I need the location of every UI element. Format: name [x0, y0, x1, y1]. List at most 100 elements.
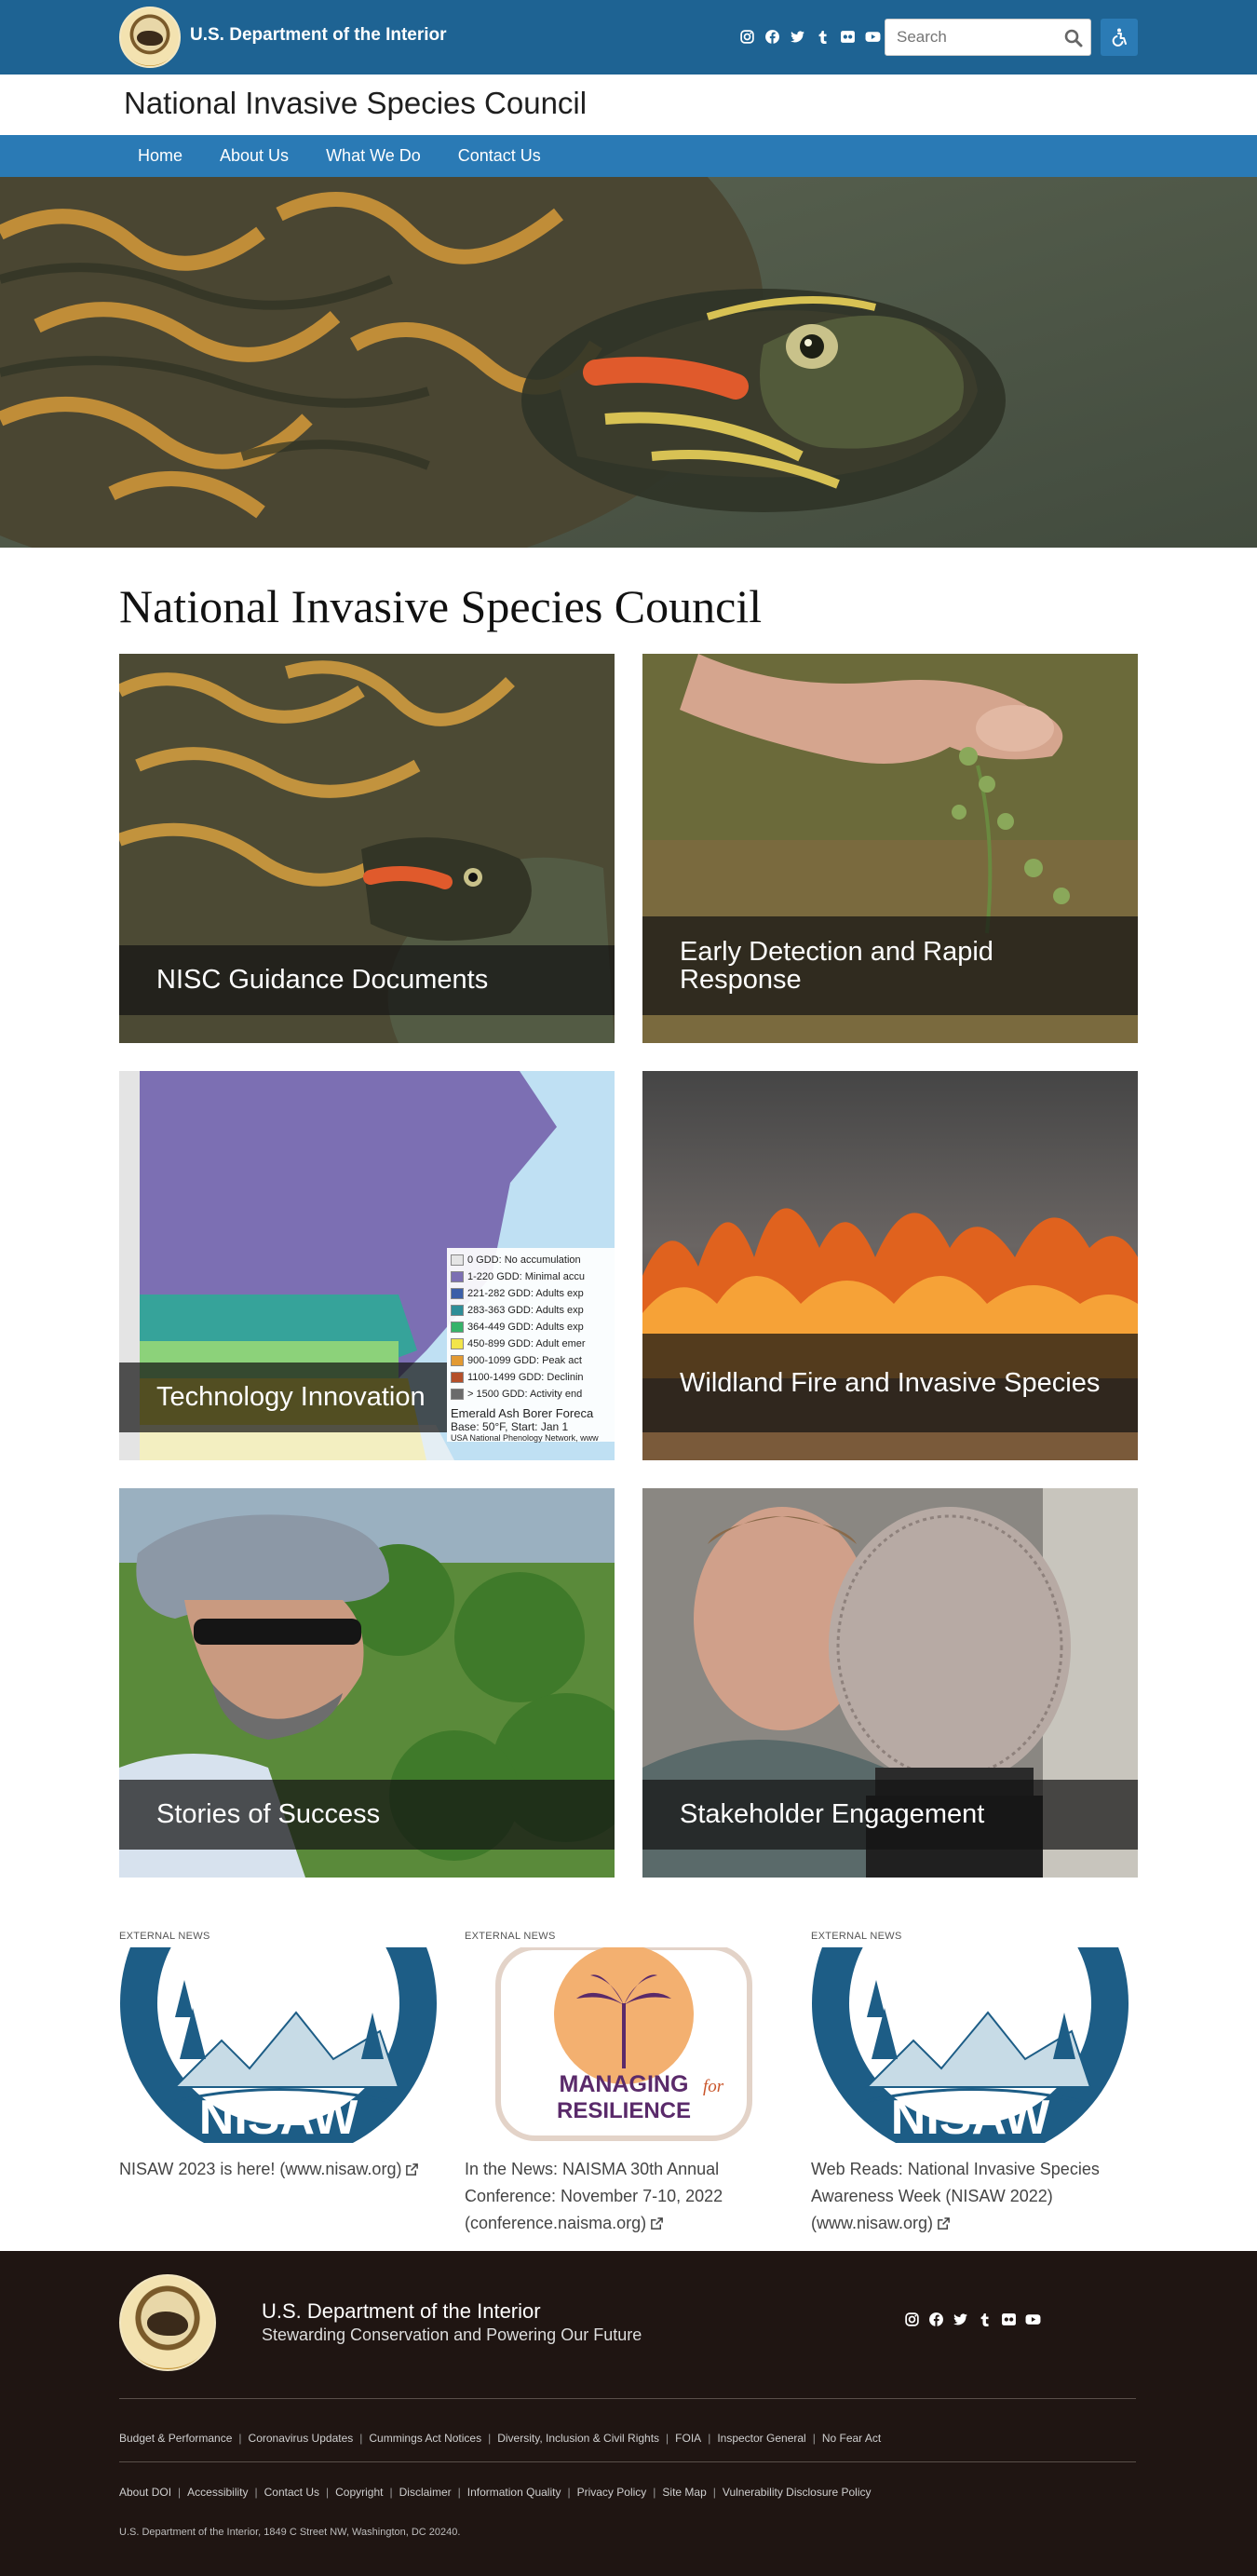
nisaw-logo-text: NISAW: [199, 2091, 358, 2143]
footer-link-disclaimer[interactable]: Disclaimer: [399, 2486, 452, 2499]
news-link[interactable]: In the News: NAISMA 30th Annual Conferen…: [465, 2160, 723, 2232]
footer-link-no-fear-act[interactable]: No Fear Act: [822, 2432, 881, 2445]
legend-entry: 1100-1499 GDD: Declinin: [467, 1372, 584, 1383]
accessibility-button[interactable]: [1101, 19, 1138, 56]
card-label: Early Detection and Rapid Response: [642, 916, 1138, 1015]
instagram-icon[interactable]: [739, 29, 755, 45]
legend-entry: 283-363 GDD: Adults exp: [467, 1305, 584, 1316]
footer-link-contact-us[interactable]: Contact Us: [264, 2486, 319, 2499]
news-kicker: EXTERNAL NEWS: [465, 1931, 556, 1942]
news-item: EXTERNAL NEWS NISAW Web Reads: National …: [811, 1931, 1129, 2237]
footer-tagline: Stewarding Conservation and Powering Our…: [262, 2325, 642, 2344]
card-stories-of-success[interactable]: Stories of Success: [119, 1488, 615, 1878]
youtube-icon[interactable]: [1025, 2312, 1041, 2327]
nisaw-logo-text: NISAW: [891, 2091, 1050, 2143]
naisma-logo-graphic: MANAGING for RESILIENCE: [495, 1947, 752, 2141]
facebook-icon[interactable]: [764, 29, 780, 45]
nisaw-logo[interactable]: NISAW: [811, 1947, 1129, 2143]
turtle-illustration: [0, 177, 1257, 548]
naisma-conference-logo[interactable]: MANAGING for RESILIENCE: [465, 1947, 783, 2143]
nav-item-contact-us[interactable]: Contact Us: [439, 135, 560, 177]
flickr-icon[interactable]: [840, 29, 856, 45]
hero-image-turtle: [0, 177, 1257, 548]
footer-link-diversity[interactable]: Diversity, Inclusion & Civil Rights: [497, 2432, 659, 2445]
twitter-icon[interactable]: [790, 29, 805, 45]
search-input[interactable]: [885, 20, 1053, 55]
footer-link-budget[interactable]: Budget & Performance: [119, 2432, 232, 2445]
footer-link-cummings-act[interactable]: Cummings Act Notices: [369, 2432, 481, 2445]
nisaw-logo-graphic: NISAW: [120, 1947, 437, 2143]
news-link[interactable]: NISAW 2023 is here! (www.nisaw.org): [119, 2160, 401, 2178]
news-item: EXTERNAL NEWS MANAGING for RESILIENCE In…: [465, 1931, 783, 2237]
nisaw-logo[interactable]: NISAW: [119, 1947, 438, 2143]
external-link-icon: [938, 2217, 950, 2230]
instagram-icon[interactable]: [904, 2312, 920, 2327]
footer: U.S. Department of the Interior Stewardi…: [0, 2251, 1257, 2576]
footer-link-vulnerability-disclosure[interactable]: Vulnerability Disclosure Policy: [723, 2486, 872, 2499]
naisma-logo-sub: RESILIENCE: [557, 2098, 691, 2123]
footer-link-foia[interactable]: FOIA: [675, 2432, 701, 2445]
card-stakeholder-engagement[interactable]: Stakeholder Engagement: [642, 1488, 1138, 1878]
naisma-logo-for: for: [703, 2077, 724, 2096]
footer-link-accessibility[interactable]: Accessibility: [187, 2486, 248, 2499]
news-kicker: EXTERNAL NEWS: [811, 1931, 902, 1942]
legend-entry: 450-899 GDD: Adult emer: [467, 1338, 586, 1349]
card-label: Stories of Success: [119, 1780, 615, 1850]
footer-links-secondary: About DOI | Accessibility | Contact Us | Co…: [119, 2486, 872, 2499]
footer-link-coronavirus[interactable]: Coronavirus Updates: [249, 2432, 354, 2445]
card-label: Wildland Fire and Invasive Species: [642, 1334, 1138, 1432]
map-legend: 0 GDD: No accumulation 1-220 GDD: Minima…: [447, 1248, 615, 1443]
footer-social-links: [904, 2312, 1041, 2327]
legend-entry: 221-282 GDD: Adults exp: [467, 1288, 584, 1299]
footer-divider: [119, 2398, 1136, 2399]
twitter-icon[interactable]: [953, 2312, 968, 2327]
card-wildland-fire[interactable]: Wildland Fire and Invasive Species: [642, 1071, 1138, 1460]
search-icon[interactable]: [1064, 29, 1083, 47]
accessibility-icon: [1112, 28, 1127, 47]
nisaw-logo-graphic: NISAW: [812, 1947, 1129, 2143]
youtube-icon[interactable]: [865, 29, 881, 45]
footer-link-copyright[interactable]: Copyright: [335, 2486, 383, 2499]
legend-entry: 900-1099 GDD: Peak act: [467, 1355, 582, 1366]
tumblr-icon[interactable]: [977, 2312, 993, 2327]
nav-item-home[interactable]: Home: [119, 135, 201, 177]
doi-title[interactable]: U.S. Department of the Interior: [190, 25, 447, 46]
search-box: [885, 19, 1091, 56]
card-nisc-guidance[interactable]: NISC Guidance Documents: [119, 654, 615, 1043]
news-link[interactable]: Web Reads: National Invasive Species Awa…: [811, 2160, 1100, 2232]
card-technology-innovation[interactable]: 0 GDD: No accumulation 1-220 GDD: Minima…: [119, 1071, 615, 1460]
tumblr-icon[interactable]: [815, 29, 831, 45]
footer-link-inspector-general[interactable]: Inspector General: [717, 2432, 805, 2445]
doi-seal-logo[interactable]: [119, 2274, 216, 2371]
site-title[interactable]: National Invasive Species Council: [124, 86, 587, 121]
footer-link-site-map[interactable]: Site Map: [662, 2486, 706, 2499]
card-early-detection[interactable]: Early Detection and Rapid Response: [642, 654, 1138, 1043]
footer-link-privacy-policy[interactable]: Privacy Policy: [577, 2486, 647, 2499]
footer-link-information-quality[interactable]: Information Quality: [467, 2486, 561, 2499]
bison-icon: [147, 2312, 188, 2336]
footer-address: U.S. Department of the Interior, 1849 C …: [119, 2527, 461, 2538]
map-caption: Emerald Ash Borer Foreca: [451, 1406, 594, 1420]
card-label: Stakeholder Engagement: [642, 1780, 1138, 1850]
facebook-icon[interactable]: [928, 2312, 944, 2327]
legend-entry: 0 GDD: No accumulation: [467, 1254, 581, 1266]
naisma-logo-text: MANAGING: [560, 2071, 689, 2097]
external-link-icon: [651, 2217, 663, 2230]
doi-seal-logo[interactable]: [119, 7, 181, 68]
main-nav: Home About Us What We Do Contact Us: [0, 135, 1257, 177]
nav-item-what-we-do[interactable]: What We Do: [307, 135, 439, 177]
flickr-icon[interactable]: [1001, 2312, 1017, 2327]
bison-icon: [137, 30, 163, 46]
card-label: NISC Guidance Documents: [119, 945, 615, 1015]
social-links: [739, 29, 881, 45]
footer-divider: [119, 2461, 1136, 2462]
page-heading: National Invasive Species Council: [119, 580, 763, 632]
nav-item-about-us[interactable]: About Us: [201, 135, 307, 177]
legend-entry: 364-449 GDD: Adults exp: [467, 1322, 584, 1333]
footer-org-name: U.S. Department of the Interior: [262, 2299, 541, 2323]
map-caption-base: Base: 50°F, Start: Jan 1: [451, 1420, 569, 1433]
legend-entry: > 1500 GDD: Activity end: [467, 1389, 583, 1400]
map-caption-source: USA National Phenology Network, www: [451, 1433, 599, 1443]
footer-link-about-doi[interactable]: About DOI: [119, 2486, 171, 2499]
footer-links-primary: Budget & Performance | Coronavirus Update…: [119, 2432, 882, 2445]
